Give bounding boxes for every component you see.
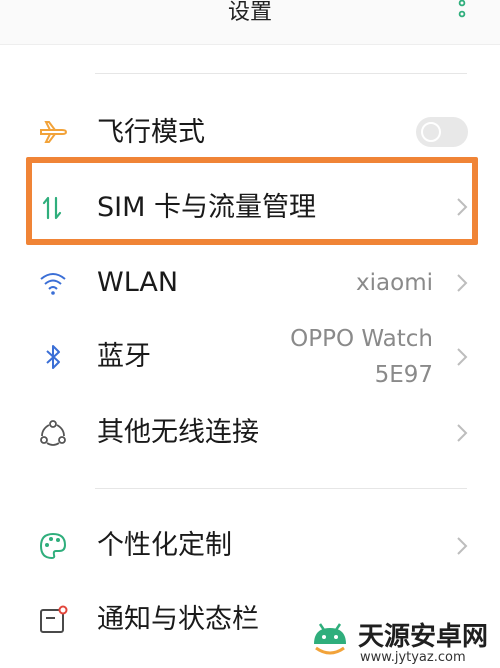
settings-item-label: WLAN bbox=[97, 267, 179, 298]
watermark-title: 天源安卓网 bbox=[358, 622, 489, 652]
bluetooth-icon bbox=[38, 342, 68, 372]
chevron-right-icon bbox=[454, 272, 470, 294]
bluetooth-device-name-line2: 5E97 bbox=[374, 362, 433, 388]
wlan-network-name: xiaomi bbox=[356, 270, 433, 296]
settings-item-label: 蓝牙 bbox=[97, 341, 151, 372]
settings-item-label: 其他无线连接 bbox=[97, 417, 259, 448]
settings-item-other-wireless[interactable]: 其他无线连接 bbox=[0, 405, 500, 461]
settings-item-personalization[interactable]: 个性化定制 bbox=[0, 518, 500, 574]
wifi-icon bbox=[38, 268, 68, 298]
android-logo-icon bbox=[308, 618, 352, 662]
divider bbox=[95, 73, 467, 74]
settings-item-label: 个性化定制 bbox=[97, 530, 232, 561]
palette-icon bbox=[38, 531, 68, 561]
chevron-right-icon bbox=[454, 535, 470, 557]
settings-item-wlan[interactable]: WLAN xiaomi bbox=[0, 255, 500, 311]
watermark-url: www.jytyaz.com bbox=[360, 650, 466, 665]
notification-icon bbox=[38, 605, 68, 635]
airplane-mode-toggle[interactable] bbox=[416, 117, 468, 147]
settings-item-bluetooth[interactable]: 蓝牙 OPPO Watch 5E97 bbox=[0, 320, 500, 396]
page-title: 设置 bbox=[227, 0, 272, 25]
settings-item-airplane-mode[interactable]: 飞行模式 bbox=[0, 105, 500, 161]
more-vertical-icon[interactable] bbox=[452, 0, 472, 20]
toggle-knob bbox=[421, 122, 441, 142]
bluetooth-device-name-line1: OPPO Watch bbox=[290, 326, 433, 352]
settings-item-label: 飞行模式 bbox=[97, 117, 205, 148]
settings-item-label: 通知与状态栏 bbox=[97, 604, 259, 635]
chevron-right-icon bbox=[454, 346, 470, 368]
chevron-right-icon bbox=[454, 422, 470, 444]
divider bbox=[95, 488, 467, 489]
watermark: 天源安卓网 www.jytyaz.com bbox=[300, 612, 500, 668]
highlight-box bbox=[26, 157, 478, 245]
top-bar: 设置 bbox=[0, 0, 500, 45]
connections-icon bbox=[38, 418, 68, 448]
airplane-icon bbox=[38, 117, 68, 147]
